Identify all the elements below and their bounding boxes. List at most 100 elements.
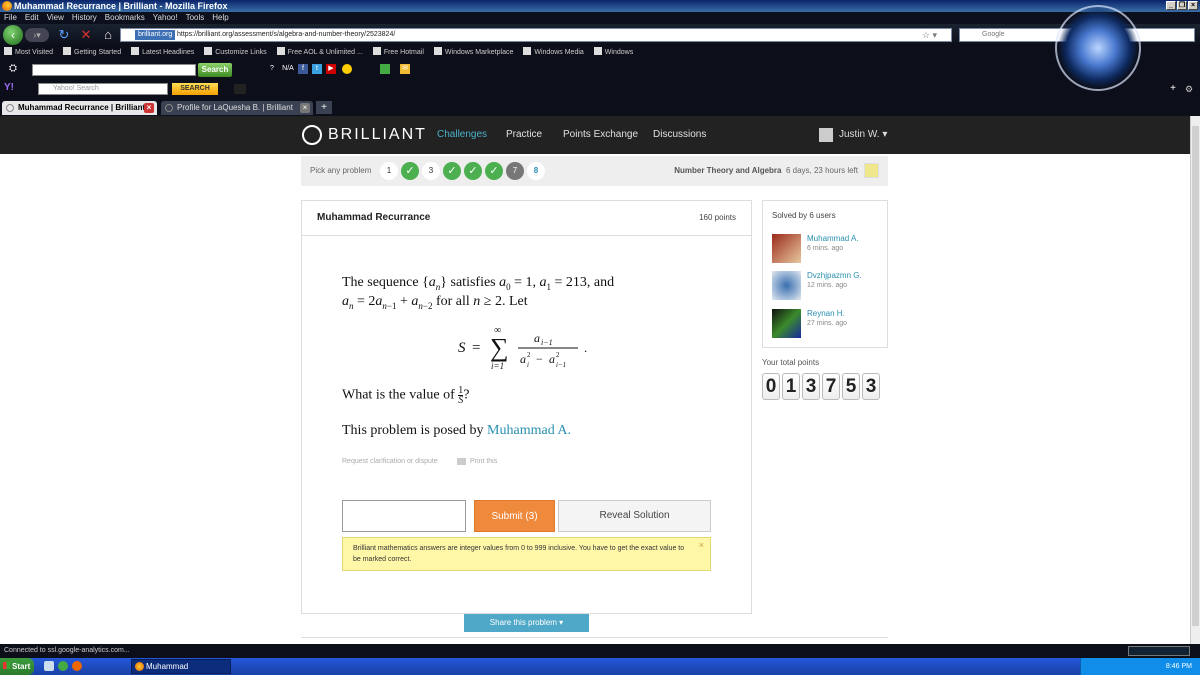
tab-label: Profile for LaQuesha B. | Brilliant bbox=[177, 103, 293, 112]
bookmark-item[interactable]: Free Hotmail bbox=[373, 46, 424, 60]
bookmark-star-icon[interactable]: ☆ ▾ bbox=[922, 29, 937, 41]
nav-practice[interactable]: Practice bbox=[506, 116, 542, 154]
bookmark-item[interactable]: Windows Marketplace bbox=[434, 46, 513, 60]
menu-file[interactable]: File bbox=[4, 12, 17, 24]
menu-help[interactable]: Help bbox=[212, 12, 228, 24]
settings-gear-icon[interactable]: ⚙ bbox=[1184, 84, 1194, 94]
stop-icon[interactable]: ✕ bbox=[78, 27, 94, 43]
problem-statement-line1: The sequence {an} satisfies a0 = 1, a1 =… bbox=[342, 275, 615, 292]
solver-name[interactable]: Reynan H. bbox=[807, 309, 845, 318]
ebay-icon[interactable] bbox=[234, 84, 246, 94]
avatar[interactable] bbox=[772, 234, 801, 263]
problem-6-check-icon[interactable]: ✓ bbox=[485, 162, 503, 180]
problem-title: Muhammad Recurrance bbox=[317, 212, 431, 223]
solver-name[interactable]: Dvzhjpazmn G. bbox=[807, 271, 862, 280]
solver-time: 6 mins. ago bbox=[807, 245, 844, 252]
clock[interactable]: 8:46 PM bbox=[1166, 663, 1192, 670]
bookmark-item[interactable]: Most Visited bbox=[4, 46, 53, 60]
user-menu[interactable]: Justin W. ▾ bbox=[819, 127, 887, 143]
twitter-icon[interactable]: t bbox=[312, 64, 322, 74]
yahoo-search-input[interactable]: Yahoo! Search bbox=[38, 83, 168, 95]
close-tab-icon[interactable]: × bbox=[144, 103, 154, 113]
help-icon[interactable]: ? bbox=[267, 64, 277, 74]
answer-input[interactable] bbox=[342, 500, 466, 532]
request-clarification-link[interactable]: Request clarification or dispute bbox=[342, 458, 438, 465]
nav-points-exchange[interactable]: Points Exchange bbox=[563, 116, 638, 154]
problem-2-check-icon[interactable]: ✓ bbox=[401, 162, 419, 180]
nav-challenges[interactable]: Challenges bbox=[437, 116, 487, 154]
menu-bookmarks[interactable]: Bookmarks bbox=[105, 12, 145, 24]
yahoo-logo[interactable]: Y! bbox=[4, 82, 14, 93]
menu-edit[interactable]: Edit bbox=[25, 12, 39, 24]
yahoo-search-button[interactable]: SEARCH bbox=[172, 83, 218, 95]
bookmark-item[interactable]: Latest Headlines bbox=[131, 46, 194, 60]
mail-icon[interactable]: ✉ bbox=[400, 64, 410, 74]
problem-4-check-icon[interactable]: ✓ bbox=[443, 162, 461, 180]
nav-discussions[interactable]: Discussions bbox=[653, 116, 706, 154]
brilliant-favicon-icon bbox=[165, 104, 173, 112]
facebook-icon[interactable]: f bbox=[298, 64, 308, 74]
back-button[interactable]: ‹ bbox=[3, 25, 23, 45]
minimize-button[interactable]: _ bbox=[1166, 1, 1176, 10]
smiley-icon[interactable] bbox=[342, 64, 352, 74]
print-link[interactable]: Print this bbox=[457, 458, 497, 465]
menu-view[interactable]: View bbox=[47, 12, 64, 24]
site-identity-badge[interactable]: brilliant.org bbox=[135, 30, 176, 40]
author-link[interactable]: Muhammad A. bbox=[487, 423, 571, 438]
bookmark-item[interactable]: Customize Links bbox=[204, 46, 266, 60]
menu-history[interactable]: History bbox=[72, 12, 97, 24]
toolbar-logo-icon[interactable]: ⛭ bbox=[8, 64, 18, 74]
problem-3[interactable]: 3 bbox=[422, 162, 440, 180]
answer-format-notice: Brilliant mathematics answers are intege… bbox=[342, 537, 711, 571]
avatar[interactable] bbox=[772, 309, 801, 338]
svg-text:i=1: i=1 bbox=[491, 361, 504, 371]
bookmark-item[interactable]: Free AOL & Unlimited ... bbox=[277, 46, 363, 60]
reload-icon[interactable]: ↻ bbox=[56, 27, 72, 43]
url-bar[interactable]: brilliant.org https://brilliant.org/asse… bbox=[120, 28, 952, 42]
yahoo-search-placeholder: Yahoo! Search bbox=[53, 85, 99, 92]
submit-button[interactable]: Submit (3) bbox=[474, 500, 555, 532]
forward-button[interactable]: ›▾ bbox=[25, 28, 49, 42]
vertical-scrollbar[interactable] bbox=[1190, 116, 1200, 644]
firefox-quicklaunch-icon[interactable] bbox=[72, 661, 82, 671]
tab-muhammad-recurrance[interactable]: Muhammad Recurrance | Brilliant × bbox=[2, 101, 157, 115]
scrollbar-thumb[interactable] bbox=[1192, 126, 1199, 626]
weather-na[interactable]: N/A bbox=[281, 64, 295, 74]
taskbar-window-firefox[interactable]: Muhammad Recurran... bbox=[131, 659, 231, 684]
toolbar-search-input[interactable] bbox=[32, 64, 196, 76]
share-problem-button[interactable]: Share this problem ▾ bbox=[464, 614, 589, 632]
bookmark-item[interactable]: Windows bbox=[594, 46, 633, 60]
add-icon[interactable]: + bbox=[1168, 84, 1178, 94]
chrome-icon[interactable] bbox=[58, 661, 68, 671]
points-digit: 7 bbox=[822, 373, 840, 400]
new-tab-button[interactable]: + bbox=[316, 101, 332, 114]
url-text: https://brilliant.org/assessment/s/algeb… bbox=[177, 31, 396, 38]
toolbar-search-button[interactable]: Search bbox=[198, 63, 232, 77]
bookmark-item[interactable]: Windows Media bbox=[523, 46, 583, 60]
close-tab-icon[interactable]: × bbox=[300, 103, 310, 113]
avatar[interactable] bbox=[772, 271, 801, 300]
reveal-solution-button[interactable]: Reveal Solution bbox=[558, 500, 711, 532]
close-window-button[interactable]: × bbox=[1188, 1, 1198, 10]
menu-yahoo[interactable]: Yahoo! bbox=[153, 12, 178, 24]
brilliant-logo[interactable]: BRILLIANT bbox=[302, 125, 427, 145]
menu-tools[interactable]: Tools bbox=[186, 12, 205, 24]
problem-7-current[interactable]: 7 bbox=[506, 162, 524, 180]
start-button[interactable]: Start bbox=[0, 658, 34, 675]
problem-8[interactable]: 8 bbox=[527, 162, 545, 180]
time-left: 6 days, 23 hours left bbox=[785, 166, 858, 175]
window-icon[interactable] bbox=[380, 64, 390, 74]
calendar-icon[interactable] bbox=[864, 163, 879, 178]
close-notice-icon[interactable]: × bbox=[699, 540, 704, 551]
restore-button[interactable]: ❐ bbox=[1177, 1, 1187, 10]
youtube-icon[interactable]: ▶ bbox=[326, 64, 336, 74]
points-digit: 5 bbox=[842, 373, 860, 400]
bookmark-item[interactable]: Getting Started bbox=[63, 46, 121, 60]
problem-1[interactable]: 1 bbox=[380, 162, 398, 180]
show-desktop-icon[interactable] bbox=[44, 661, 54, 671]
tab-profile[interactable]: Profile for LaQuesha B. | Brilliant × bbox=[161, 101, 313, 115]
home-icon[interactable]: ⌂ bbox=[100, 27, 116, 43]
problem-5-check-icon[interactable]: ✓ bbox=[464, 162, 482, 180]
bookmarks-toolbar: Most Visited Getting Started Latest Head… bbox=[0, 46, 1200, 60]
solver-name[interactable]: Muhammad A. bbox=[807, 234, 859, 243]
